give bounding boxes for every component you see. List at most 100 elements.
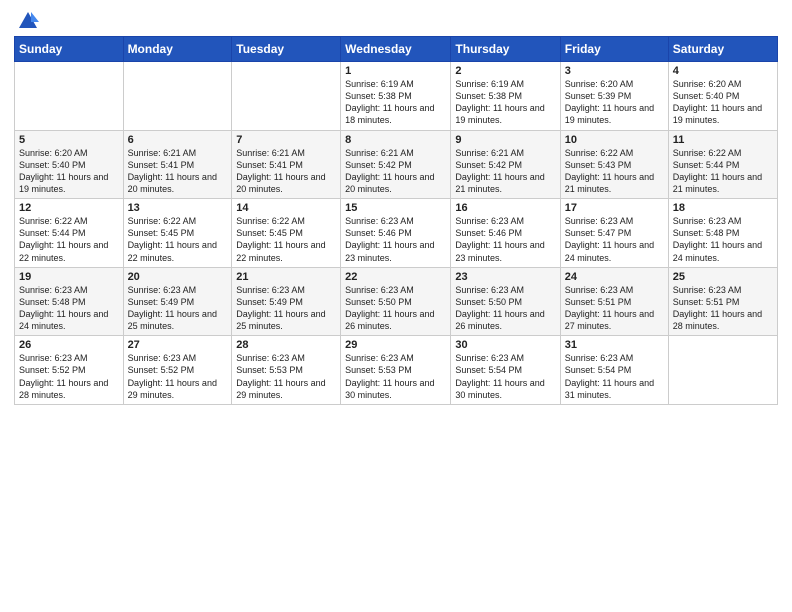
calendar-body: 1Sunrise: 6:19 AM Sunset: 5:38 PM Daylig… bbox=[15, 62, 778, 405]
week-row-3: 19Sunrise: 6:23 AM Sunset: 5:48 PM Dayli… bbox=[15, 267, 778, 336]
day-info: Sunrise: 6:21 AM Sunset: 5:42 PM Dayligh… bbox=[345, 147, 446, 196]
calendar-cell: 24Sunrise: 6:23 AM Sunset: 5:51 PM Dayli… bbox=[560, 267, 668, 336]
calendar-cell: 5Sunrise: 6:20 AM Sunset: 5:40 PM Daylig… bbox=[15, 130, 124, 199]
calendar-cell: 28Sunrise: 6:23 AM Sunset: 5:53 PM Dayli… bbox=[232, 336, 341, 405]
day-info: Sunrise: 6:23 AM Sunset: 5:48 PM Dayligh… bbox=[673, 215, 773, 264]
calendar-cell: 13Sunrise: 6:22 AM Sunset: 5:45 PM Dayli… bbox=[123, 199, 232, 268]
day-info: Sunrise: 6:23 AM Sunset: 5:47 PM Dayligh… bbox=[565, 215, 664, 264]
day-info: Sunrise: 6:20 AM Sunset: 5:39 PM Dayligh… bbox=[565, 78, 664, 127]
calendar-cell: 10Sunrise: 6:22 AM Sunset: 5:43 PM Dayli… bbox=[560, 130, 668, 199]
day-number: 29 bbox=[345, 339, 446, 351]
calendar-cell: 7Sunrise: 6:21 AM Sunset: 5:41 PM Daylig… bbox=[232, 130, 341, 199]
day-number: 15 bbox=[345, 202, 446, 214]
day-info: Sunrise: 6:23 AM Sunset: 5:46 PM Dayligh… bbox=[345, 215, 446, 264]
weekday-header-saturday: Saturday bbox=[668, 37, 777, 62]
day-info: Sunrise: 6:23 AM Sunset: 5:52 PM Dayligh… bbox=[19, 352, 119, 401]
calendar-cell: 8Sunrise: 6:21 AM Sunset: 5:42 PM Daylig… bbox=[341, 130, 451, 199]
week-row-1: 5Sunrise: 6:20 AM Sunset: 5:40 PM Daylig… bbox=[15, 130, 778, 199]
day-number: 4 bbox=[673, 65, 773, 77]
calendar-cell: 15Sunrise: 6:23 AM Sunset: 5:46 PM Dayli… bbox=[341, 199, 451, 268]
week-row-0: 1Sunrise: 6:19 AM Sunset: 5:38 PM Daylig… bbox=[15, 62, 778, 131]
day-number: 14 bbox=[236, 202, 336, 214]
day-info: Sunrise: 6:20 AM Sunset: 5:40 PM Dayligh… bbox=[19, 147, 119, 196]
calendar-cell: 25Sunrise: 6:23 AM Sunset: 5:51 PM Dayli… bbox=[668, 267, 777, 336]
day-info: Sunrise: 6:23 AM Sunset: 5:51 PM Dayligh… bbox=[673, 284, 773, 333]
weekday-header-thursday: Thursday bbox=[451, 37, 560, 62]
week-row-4: 26Sunrise: 6:23 AM Sunset: 5:52 PM Dayli… bbox=[15, 336, 778, 405]
calendar-cell: 16Sunrise: 6:23 AM Sunset: 5:46 PM Dayli… bbox=[451, 199, 560, 268]
day-number: 19 bbox=[19, 271, 119, 283]
day-info: Sunrise: 6:21 AM Sunset: 5:41 PM Dayligh… bbox=[236, 147, 336, 196]
day-number: 1 bbox=[345, 65, 446, 77]
day-info: Sunrise: 6:21 AM Sunset: 5:41 PM Dayligh… bbox=[128, 147, 228, 196]
day-info: Sunrise: 6:22 AM Sunset: 5:45 PM Dayligh… bbox=[236, 215, 336, 264]
day-number: 27 bbox=[128, 339, 228, 351]
calendar-cell: 26Sunrise: 6:23 AM Sunset: 5:52 PM Dayli… bbox=[15, 336, 124, 405]
day-info: Sunrise: 6:23 AM Sunset: 5:50 PM Dayligh… bbox=[455, 284, 555, 333]
day-number: 3 bbox=[565, 65, 664, 77]
day-info: Sunrise: 6:23 AM Sunset: 5:46 PM Dayligh… bbox=[455, 215, 555, 264]
day-info: Sunrise: 6:23 AM Sunset: 5:54 PM Dayligh… bbox=[565, 352, 664, 401]
day-number: 22 bbox=[345, 271, 446, 283]
day-info: Sunrise: 6:22 AM Sunset: 5:44 PM Dayligh… bbox=[19, 215, 119, 264]
calendar-cell: 2Sunrise: 6:19 AM Sunset: 5:38 PM Daylig… bbox=[451, 62, 560, 131]
calendar-cell: 21Sunrise: 6:23 AM Sunset: 5:49 PM Dayli… bbox=[232, 267, 341, 336]
calendar-cell: 20Sunrise: 6:23 AM Sunset: 5:49 PM Dayli… bbox=[123, 267, 232, 336]
day-number: 8 bbox=[345, 134, 446, 146]
weekday-header-tuesday: Tuesday bbox=[232, 37, 341, 62]
calendar-cell: 17Sunrise: 6:23 AM Sunset: 5:47 PM Dayli… bbox=[560, 199, 668, 268]
calendar-cell bbox=[232, 62, 341, 131]
calendar-cell: 6Sunrise: 6:21 AM Sunset: 5:41 PM Daylig… bbox=[123, 130, 232, 199]
calendar-cell bbox=[668, 336, 777, 405]
weekday-header-sunday: Sunday bbox=[15, 37, 124, 62]
day-info: Sunrise: 6:20 AM Sunset: 5:40 PM Dayligh… bbox=[673, 78, 773, 127]
calendar-cell: 23Sunrise: 6:23 AM Sunset: 5:50 PM Dayli… bbox=[451, 267, 560, 336]
week-row-2: 12Sunrise: 6:22 AM Sunset: 5:44 PM Dayli… bbox=[15, 199, 778, 268]
calendar-cell: 11Sunrise: 6:22 AM Sunset: 5:44 PM Dayli… bbox=[668, 130, 777, 199]
calendar-cell: 12Sunrise: 6:22 AM Sunset: 5:44 PM Dayli… bbox=[15, 199, 124, 268]
calendar-cell: 1Sunrise: 6:19 AM Sunset: 5:38 PM Daylig… bbox=[341, 62, 451, 131]
day-number: 18 bbox=[673, 202, 773, 214]
calendar-cell: 19Sunrise: 6:23 AM Sunset: 5:48 PM Dayli… bbox=[15, 267, 124, 336]
day-number: 26 bbox=[19, 339, 119, 351]
day-number: 16 bbox=[455, 202, 555, 214]
day-number: 13 bbox=[128, 202, 228, 214]
calendar-cell: 4Sunrise: 6:20 AM Sunset: 5:40 PM Daylig… bbox=[668, 62, 777, 131]
day-number: 31 bbox=[565, 339, 664, 351]
day-number: 7 bbox=[236, 134, 336, 146]
day-number: 23 bbox=[455, 271, 555, 283]
calendar-header: SundayMondayTuesdayWednesdayThursdayFrid… bbox=[15, 37, 778, 62]
day-number: 25 bbox=[673, 271, 773, 283]
calendar-cell: 27Sunrise: 6:23 AM Sunset: 5:52 PM Dayli… bbox=[123, 336, 232, 405]
day-info: Sunrise: 6:23 AM Sunset: 5:50 PM Dayligh… bbox=[345, 284, 446, 333]
calendar-cell: 3Sunrise: 6:20 AM Sunset: 5:39 PM Daylig… bbox=[560, 62, 668, 131]
logo bbox=[14, 10, 39, 30]
day-info: Sunrise: 6:23 AM Sunset: 5:49 PM Dayligh… bbox=[128, 284, 228, 333]
day-info: Sunrise: 6:23 AM Sunset: 5:48 PM Dayligh… bbox=[19, 284, 119, 333]
day-info: Sunrise: 6:23 AM Sunset: 5:52 PM Dayligh… bbox=[128, 352, 228, 401]
day-info: Sunrise: 6:23 AM Sunset: 5:54 PM Dayligh… bbox=[455, 352, 555, 401]
calendar-cell: 29Sunrise: 6:23 AM Sunset: 5:53 PM Dayli… bbox=[341, 336, 451, 405]
page: SundayMondayTuesdayWednesdayThursdayFrid… bbox=[0, 0, 792, 612]
day-number: 10 bbox=[565, 134, 664, 146]
day-info: Sunrise: 6:23 AM Sunset: 5:51 PM Dayligh… bbox=[565, 284, 664, 333]
day-info: Sunrise: 6:22 AM Sunset: 5:43 PM Dayligh… bbox=[565, 147, 664, 196]
day-info: Sunrise: 6:21 AM Sunset: 5:42 PM Dayligh… bbox=[455, 147, 555, 196]
calendar-cell: 31Sunrise: 6:23 AM Sunset: 5:54 PM Dayli… bbox=[560, 336, 668, 405]
day-info: Sunrise: 6:19 AM Sunset: 5:38 PM Dayligh… bbox=[345, 78, 446, 127]
calendar-cell bbox=[15, 62, 124, 131]
day-info: Sunrise: 6:23 AM Sunset: 5:49 PM Dayligh… bbox=[236, 284, 336, 333]
calendar-cell: 22Sunrise: 6:23 AM Sunset: 5:50 PM Dayli… bbox=[341, 267, 451, 336]
calendar-cell: 30Sunrise: 6:23 AM Sunset: 5:54 PM Dayli… bbox=[451, 336, 560, 405]
weekday-header-monday: Monday bbox=[123, 37, 232, 62]
day-number: 12 bbox=[19, 202, 119, 214]
day-number: 2 bbox=[455, 65, 555, 77]
day-number: 24 bbox=[565, 271, 664, 283]
calendar-cell: 18Sunrise: 6:23 AM Sunset: 5:48 PM Dayli… bbox=[668, 199, 777, 268]
day-info: Sunrise: 6:22 AM Sunset: 5:45 PM Dayligh… bbox=[128, 215, 228, 264]
day-number: 9 bbox=[455, 134, 555, 146]
calendar: SundayMondayTuesdayWednesdayThursdayFrid… bbox=[14, 36, 778, 405]
day-number: 30 bbox=[455, 339, 555, 351]
weekday-header-row: SundayMondayTuesdayWednesdayThursdayFrid… bbox=[15, 37, 778, 62]
logo-icon bbox=[17, 10, 39, 32]
